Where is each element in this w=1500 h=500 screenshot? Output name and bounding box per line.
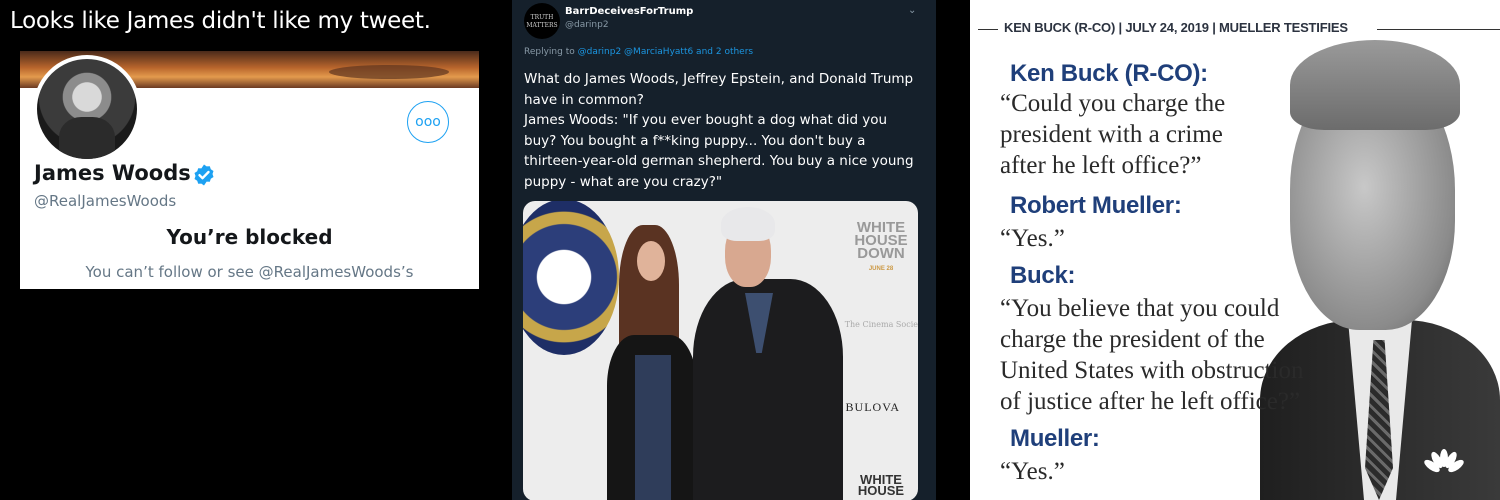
more-options-icon: ooo <box>415 114 441 130</box>
profile-card: ooo James Woods @RealJamesWoods You’re b… <box>20 51 479 289</box>
tweet-author-avatar[interactable]: TRUTH MATTERS <box>524 3 560 39</box>
testimony-graphic: KEN BUCK (R-CO) | JULY 24, 2019 | MUELLE… <box>970 0 1500 500</box>
tweet-author-handle[interactable]: @darinp2 <box>565 20 609 30</box>
quote-text: “Yes.” <box>1000 225 1065 252</box>
tweet-author-name[interactable]: BarrDeceivesForTrump <box>565 6 693 17</box>
header-rule-right <box>1377 29 1500 30</box>
mueller-portrait <box>1260 40 1500 500</box>
tweet-body-text: What do James Woods, Jeffrey Epstein, an… <box>524 71 914 190</box>
profile-avatar[interactable] <box>33 55 141 163</box>
replying-mentions-link[interactable]: @darinp2 @MarciaHyatt6 and 2 others <box>578 47 753 57</box>
profile-handle: @RealJamesWoods <box>34 192 177 210</box>
graphic-header: KEN BUCK (R-CO) | JULY 24, 2019 | MUELLE… <box>1004 20 1348 35</box>
chevron-down-icon[interactable]: ⌄ <box>908 5 916 16</box>
verified-badge-icon <box>194 164 214 186</box>
profile-display-name: James Woods <box>34 161 191 185</box>
quote-text: “Yes.” <box>1000 458 1065 485</box>
sponsor-logo: BULOVA <box>845 400 900 414</box>
left-panel: Looks like James didn't like my tweet. o… <box>0 0 512 500</box>
tweet-photo[interactable]: WHITE HOUSE DOWN JUNE 28 The Cinema Soci… <box>523 201 918 500</box>
quote-text: “You believe that you could charge the p… <box>1000 295 1304 415</box>
more-options-button[interactable]: ooo <box>407 101 449 143</box>
backdrop-text: The Cinema Socie <box>844 320 918 329</box>
caption-text: Looks like James didn't like my tweet. <box>10 8 431 34</box>
speaker-label: Mueller: <box>1010 425 1100 452</box>
speaker-label: Ken Buck (R-CO): <box>1010 60 1208 87</box>
blocked-title: You’re blocked <box>166 225 333 249</box>
replying-prefix: Replying to <box>524 47 575 57</box>
quote-text: “Could you charge the president with a c… <box>1000 90 1226 179</box>
nbc-peacock-icon <box>1424 449 1464 473</box>
replying-to-line: Replying to @darinp2 @MarciaHyatt6 and 2… <box>524 47 753 57</box>
movie-logo-bottom: WHITE HOUSE <box>857 472 905 498</box>
man-figure <box>693 207 843 500</box>
speaker-label: Buck: <box>1010 262 1076 289</box>
movie-date: JUNE 28 <box>868 266 894 272</box>
blocked-description: You can’t follow or see @RealJamesWoods’… <box>85 263 414 281</box>
speaker-label: Robert Mueller: <box>1010 192 1182 219</box>
movie-logo-top: WHITE HOUSE DOWN JUNE 28 <box>850 220 912 276</box>
presidential-seal-image <box>523 201 619 355</box>
woman-figure <box>607 225 697 500</box>
header-rule-left <box>978 29 998 30</box>
tweet-panel: TRUTH MATTERS BarrDeceivesForTrump @dari… <box>512 0 936 500</box>
